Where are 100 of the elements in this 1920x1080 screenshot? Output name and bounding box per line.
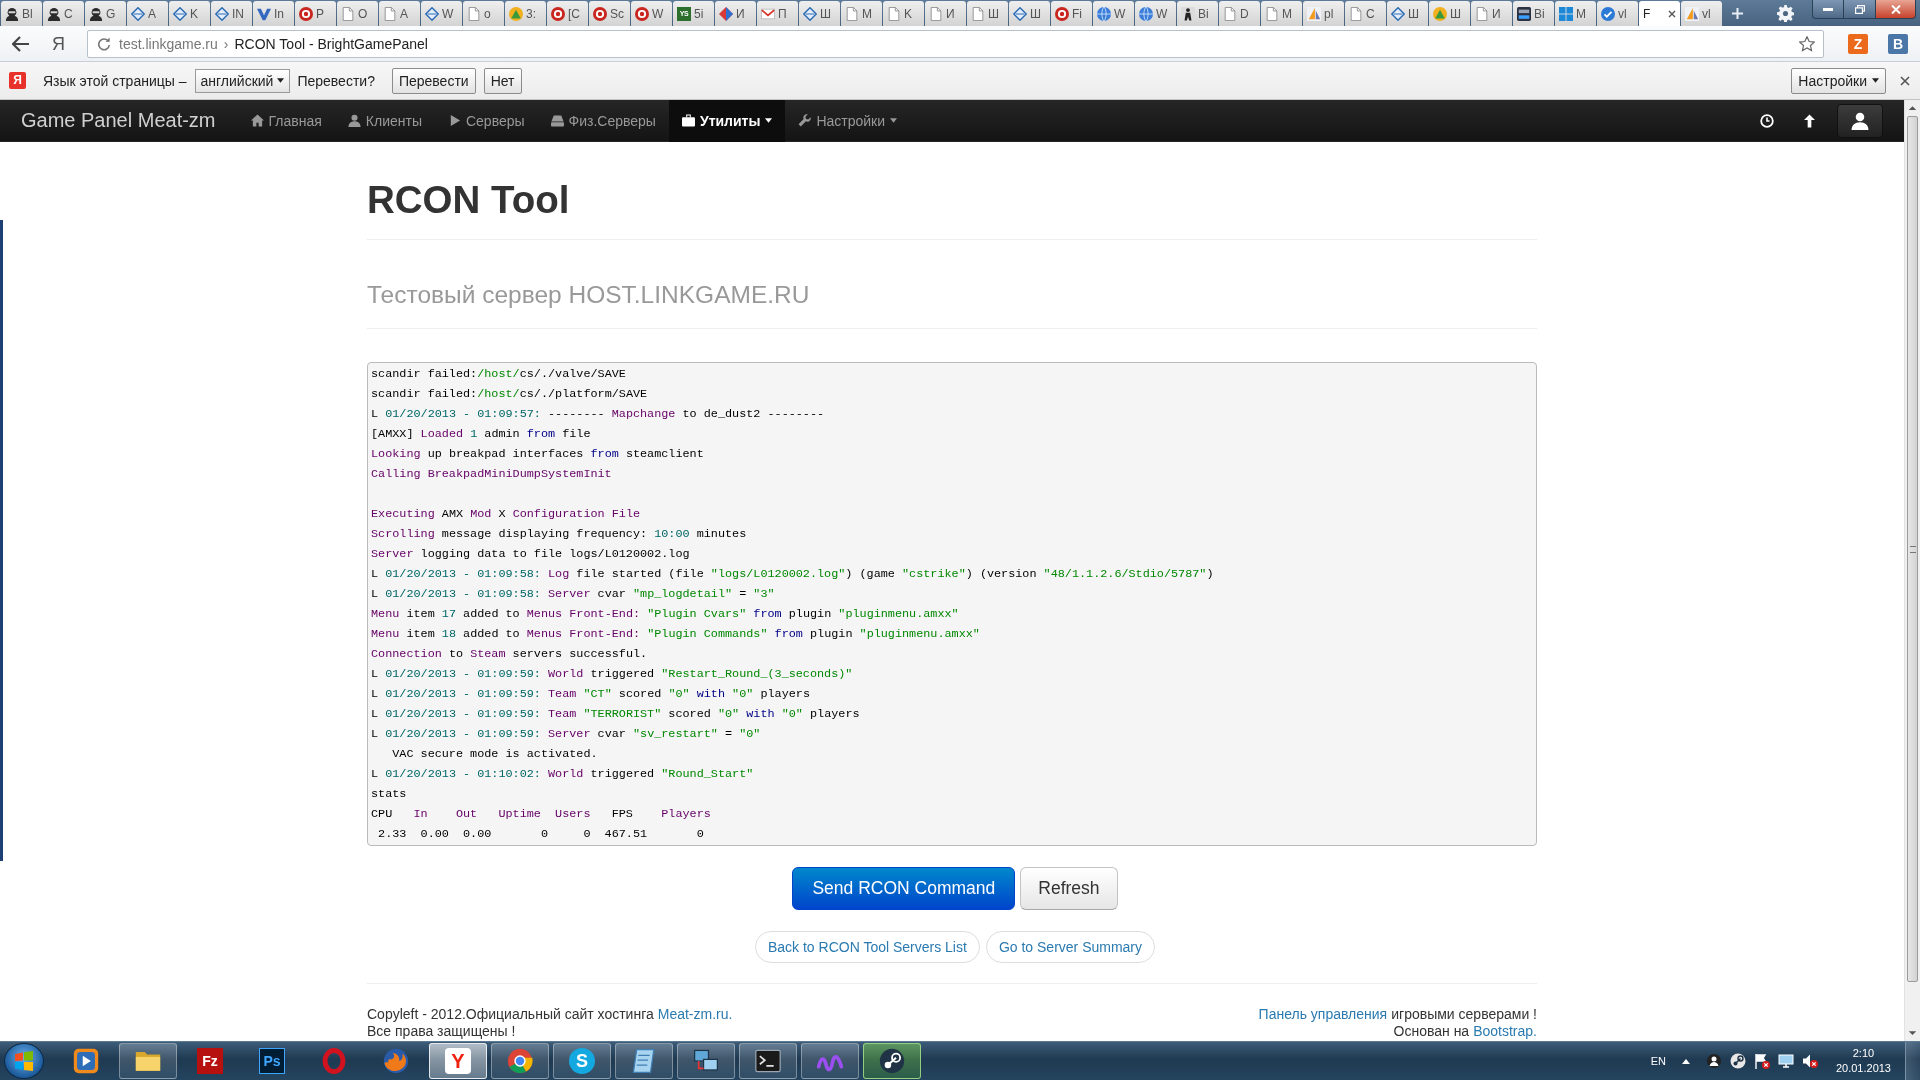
settings-button[interactable]: Настройки <box>1791 67 1886 94</box>
browser-tab[interactable]: W <box>421 1 462 26</box>
browser-tab[interactable]: M <box>841 1 882 26</box>
send-button[interactable]: Send RCON Command <box>792 867 1016 910</box>
browser-tab[interactable]: A <box>379 1 420 26</box>
nav-item[interactable]: Физ.Серверы <box>537 100 669 142</box>
speaker-muted-icon[interactable] <box>1801 1053 1818 1069</box>
page-icon <box>1349 6 1363 21</box>
browser-tab[interactable]: Ш <box>1429 1 1470 26</box>
network-icon[interactable] <box>1777 1053 1794 1069</box>
browser-tab[interactable]: Ш <box>1387 1 1428 26</box>
close-icon[interactable] <box>1668 9 1676 18</box>
browser-tab[interactable]: O <box>337 1 378 26</box>
extension-button[interactable]: В <box>1888 33 1908 54</box>
browser-tab[interactable]: F <box>1639 1 1680 26</box>
browser-tab[interactable]: W <box>1135 1 1176 26</box>
arrow-up-icon[interactable] <box>1804 113 1815 128</box>
plus-icon[interactable] <box>1731 7 1744 20</box>
browser-tab[interactable]: G <box>85 1 126 26</box>
browser-tab[interactable]: K <box>883 1 924 26</box>
start-button[interactable] <box>4 1043 44 1079</box>
browser-tab[interactable]: IN <box>211 1 252 26</box>
browser-tab[interactable]: pl <box>1303 1 1344 26</box>
browser-tab[interactable]: Bl <box>1 1 42 26</box>
language-indicator[interactable]: EN <box>1650 1055 1666 1067</box>
browser-tab[interactable]: И <box>715 1 756 26</box>
browser-tab[interactable]: Ш <box>1009 1 1050 26</box>
browser-tab[interactable]: 3: <box>505 1 546 26</box>
footer-link[interactable]: Панель управления <box>1258 1006 1388 1023</box>
console-line: Menu item 17 added to Menus Front-End: "Plugin Cvars" from plugin "pluginmenu.amxx" <box>371 606 960 623</box>
browser-tab[interactable]: Ш <box>967 1 1008 26</box>
nav-item[interactable]: Главная <box>237 100 335 142</box>
person-icon <box>5 6 19 21</box>
address-bar[interactable]: test.linkgame.ru › RCON Tool - BrightGamePanel <box>87 29 1824 58</box>
maximize-button[interactable] <box>1844 0 1876 19</box>
clock-date[interactable]: 20.01.2013 <box>1835 1061 1891 1076</box>
nav-item[interactable]: Серверы <box>434 100 538 142</box>
browser-tab[interactable]: M <box>1261 1 1302 26</box>
flag-warning-icon[interactable] <box>1753 1053 1770 1069</box>
extension-button[interactable]: Z <box>1848 33 1868 54</box>
settings-icon[interactable] <box>1777 4 1794 22</box>
scroll-thumb[interactable] <box>1907 116 1918 982</box>
browser-tab[interactable]: A <box>127 1 168 26</box>
url-host: test.linkgame.ru <box>119 35 218 52</box>
maximize-icon <box>1854 4 1865 14</box>
browser-tab[interactable]: K <box>169 1 210 26</box>
browser-tab[interactable]: D <box>1219 1 1260 26</box>
browser-tab[interactable]: W <box>631 1 672 26</box>
browser-logo[interactable]: Я <box>52 33 65 54</box>
browser-tab[interactable]: o <box>463 1 504 26</box>
back-arrow-icon[interactable] <box>12 35 30 52</box>
browser-tab[interactable]: Ш <box>799 1 840 26</box>
translate-button[interactable]: Перевести <box>391 67 476 94</box>
browser-tab[interactable]: P <box>295 1 336 26</box>
browser-tab[interactable]: П <box>757 1 798 26</box>
browser-tab[interactable]: Bi <box>1513 1 1554 26</box>
browser-tab[interactable]: C <box>1345 1 1386 26</box>
nav-item[interactable]: Клиенты <box>334 100 435 142</box>
taskbar-button[interactable]: Fz <box>181 1043 239 1079</box>
diamond-icon <box>173 6 187 21</box>
logo-icon[interactable] <box>1729 1053 1746 1069</box>
taskbar-button[interactable] <box>863 1043 921 1079</box>
nav-item[interactable]: Утилиты <box>668 100 786 142</box>
page-heading: RCON Tool <box>367 180 571 220</box>
star-icon[interactable] <box>1799 35 1815 52</box>
close-icon[interactable] <box>1900 75 1910 86</box>
refresh-button[interactable]: Refresh <box>1020 867 1118 910</box>
user-menu-button[interactable] <box>1837 103 1883 138</box>
brand-link[interactable]: Game Panel Meat-zm <box>0 109 238 132</box>
nav-item[interactable]: Настройки <box>785 100 911 142</box>
browser-tab[interactable]: И <box>925 1 966 26</box>
console-line: CPU In Out Uptime Users FPS Players <box>371 806 712 823</box>
footer-link[interactable]: Meat-zm.ru. <box>657 1006 733 1023</box>
browser-tab[interactable]: vl <box>1681 1 1722 26</box>
close-button[interactable] <box>1876 0 1916 19</box>
browser-tab[interactable]: W <box>1093 1 1134 26</box>
minimize-button[interactable] <box>1812 0 1844 19</box>
tray-app-icon[interactable] <box>1705 1053 1722 1069</box>
taskbar-button[interactable]: Ps <box>243 1043 301 1079</box>
taskbar-button[interactable]: Y <box>429 1043 487 1079</box>
browser-tab[interactable]: Bi <box>1177 1 1218 26</box>
browser-tab[interactable]: И <box>1471 1 1512 26</box>
browser-tab[interactable]: C <box>43 1 84 26</box>
translate-button[interactable]: Нет <box>483 67 522 94</box>
browser-tab[interactable]: Sc <box>589 1 630 26</box>
caret-up-icon[interactable] <box>1681 1058 1690 1064</box>
browser-tab[interactable]: In <box>253 1 294 26</box>
browser-tab[interactable]: M <box>1555 1 1596 26</box>
footer-link[interactable]: Bootstrap. <box>1473 1023 1537 1040</box>
reload-icon[interactable] <box>97 36 111 51</box>
clock-time[interactable]: 2:10 <box>1852 1046 1875 1061</box>
browser-tab[interactable]: Fi <box>1051 1 1092 26</box>
browser-tab[interactable]: vl <box>1597 1 1638 26</box>
app-logo: Ps <box>259 1048 285 1074</box>
scrollbar[interactable] <box>1904 100 1920 1041</box>
clock-icon[interactable] <box>1760 113 1774 128</box>
show-desktop-button[interactable] <box>1905 1042 1920 1080</box>
browser-tab[interactable]: [C <box>547 1 588 26</box>
server-name: Тестовый сервер HOST.LINKGAME.RU <box>367 280 811 310</box>
language-select[interactable]: английский <box>194 68 291 93</box>
